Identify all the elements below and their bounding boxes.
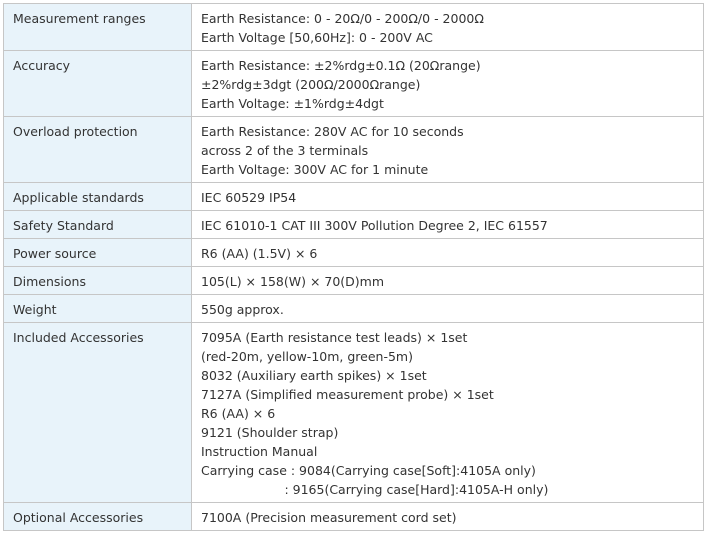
- spec-value-line: (red-20m, yellow-10m, green-5m): [201, 349, 413, 364]
- spec-value-line: 550g approx.: [201, 302, 284, 317]
- spec-row-optional-accessories: Optional Accessories 7100A (Precision me…: [3, 502, 704, 531]
- spec-row-measurement-ranges: Measurement ranges Earth Resistance: 0 -…: [3, 3, 704, 51]
- spec-label: Included Accessories: [3, 322, 192, 503]
- spec-row-dimensions: Dimensions 105(L) × 158(W) × 70(D)mm: [3, 266, 704, 295]
- spec-row-accuracy: Accuracy Earth Resistance: ±2%rdg±0.1Ω (…: [3, 50, 704, 117]
- spec-value-line: Earth Voltage [50,60Hz]: 0 - 200V AC: [201, 30, 433, 45]
- spec-value-line: Carrying case : 9084(Carrying case[Soft]…: [201, 463, 536, 478]
- spec-label: Measurement ranges: [3, 3, 192, 51]
- spec-value-line: across 2 of the 3 terminals: [201, 143, 369, 158]
- spec-table: Measurement ranges Earth Resistance: 0 -…: [3, 3, 704, 531]
- spec-value-line: IEC 60529 IP54: [201, 190, 297, 205]
- spec-value-line: R6 (AA) × 6: [201, 406, 276, 421]
- spec-value: 550g approx.: [191, 294, 704, 323]
- spec-value: Earth Resistance: 280V AC for 10 seconds…: [191, 116, 704, 183]
- spec-value-line: 7095A (Earth resistance test leads) × 1s…: [201, 330, 468, 345]
- spec-label: Optional Accessories: [3, 502, 192, 531]
- spec-value: IEC 60529 IP54: [191, 182, 704, 211]
- spec-value: 7095A (Earth resistance test leads) × 1s…: [191, 322, 704, 503]
- spec-label: Overload protection: [3, 116, 192, 183]
- spec-row-overload-protection: Overload protection Earth Resistance: 28…: [3, 116, 704, 183]
- spec-label: Accuracy: [3, 50, 192, 117]
- spec-value-line: 8032 (Auxiliary earth spikes) × 1set: [201, 368, 427, 383]
- spec-label: Dimensions: [3, 266, 192, 295]
- spec-value: R6 (AA) (1.5V) × 6: [191, 238, 704, 267]
- spec-label: Applicable standards: [3, 182, 192, 211]
- spec-value: Earth Resistance: ±2%rdg±0.1Ω (20Ωrange)…: [191, 50, 704, 117]
- spec-value-line: 9121 (Shoulder strap): [201, 425, 339, 440]
- spec-value-line: IEC 61010-1 CAT III 300V Pollution Degre…: [201, 218, 548, 233]
- spec-value-line: 7100A (Precision measurement cord set): [201, 510, 457, 525]
- spec-row-weight: Weight 550g approx.: [3, 294, 704, 323]
- spec-value-line: Instruction Manual: [201, 444, 318, 459]
- spec-value-line: Earth Voltage: ±1%rdg±4dgt: [201, 96, 384, 111]
- spec-value-line: 105(L) × 158(W) × 70(D)mm: [201, 274, 385, 289]
- spec-label: Safety Standard: [3, 210, 192, 239]
- spec-row-safety-standard: Safety Standard IEC 61010-1 CAT III 300V…: [3, 210, 704, 239]
- spec-row-power-source: Power source R6 (AA) (1.5V) × 6: [3, 238, 704, 267]
- spec-value-line: Earth Voltage: 300V AC for 1 minute: [201, 162, 429, 177]
- spec-value: 7100A (Precision measurement cord set): [191, 502, 704, 531]
- spec-label: Weight: [3, 294, 192, 323]
- spec-value-line: : 9165(Carrying case[Hard]:4105A-H only): [201, 482, 549, 497]
- spec-value-line: Earth Resistance: ±2%rdg±0.1Ω (20Ωrange): [201, 58, 481, 73]
- spec-value: IEC 61010-1 CAT III 300V Pollution Degre…: [191, 210, 704, 239]
- spec-value-line: R6 (AA) (1.5V) × 6: [201, 246, 318, 261]
- spec-value-line: ±2%rdg±3dgt (200Ω/2000Ωrange): [201, 77, 421, 92]
- spec-value-line: Earth Resistance: 0 - 20Ω/0 - 200Ω/0 - 2…: [201, 11, 484, 26]
- spec-value-line: 7127A (Simplified measurement probe) × 1…: [201, 387, 494, 402]
- spec-value-line: Earth Resistance: 280V AC for 10 seconds: [201, 124, 464, 139]
- spec-value: 105(L) × 158(W) × 70(D)mm: [191, 266, 704, 295]
- spec-row-included-accessories: Included Accessories 7095A (Earth resist…: [3, 322, 704, 503]
- spec-row-applicable-standards: Applicable standards IEC 60529 IP54: [3, 182, 704, 211]
- spec-value: Earth Resistance: 0 - 20Ω/0 - 200Ω/0 - 2…: [191, 3, 704, 51]
- spec-label: Power source: [3, 238, 192, 267]
